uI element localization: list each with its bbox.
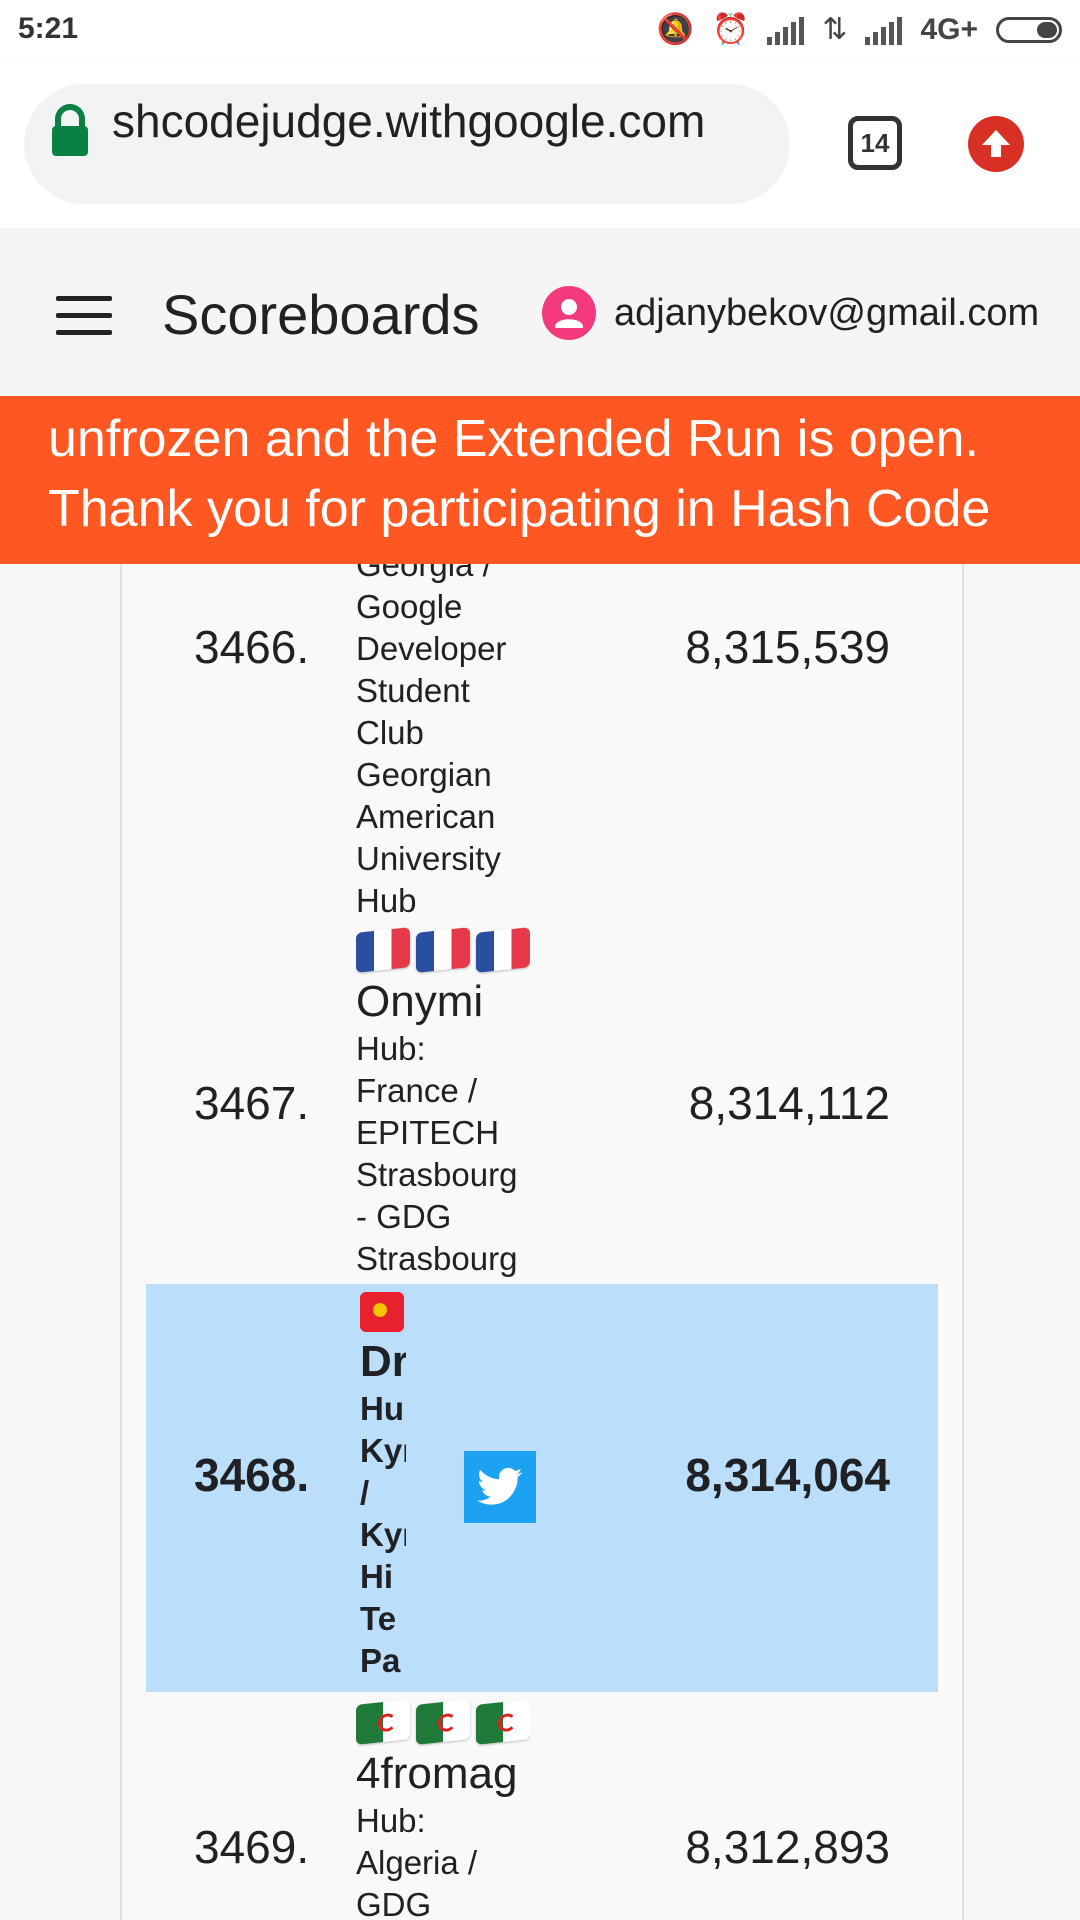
user-email[interactable]: adjanybekov@gmail.com bbox=[614, 292, 1039, 335]
hub-line: University bbox=[356, 840, 501, 877]
hub-line: - GDG bbox=[356, 1198, 452, 1235]
network-type: 4G+ bbox=[920, 13, 978, 46]
arrow-up-icon bbox=[982, 130, 1010, 157]
mute-icon: 🔕 bbox=[656, 13, 694, 46]
kyrgyzstan-flag-icon bbox=[360, 1292, 404, 1332]
app-header: Scoreboards adjanybekov@gmail.com bbox=[0, 228, 1080, 396]
hub-line: Hub: bbox=[356, 1030, 426, 1067]
hamburger-menu-icon[interactable] bbox=[56, 296, 112, 336]
hub-line: Hub bbox=[356, 882, 417, 919]
france-flag-icon bbox=[416, 927, 470, 973]
browser-toolbar: shcodejudge.withgoogle.com 14 bbox=[0, 60, 1080, 228]
hub-line: Hub: bbox=[356, 1802, 426, 1839]
team-info: 4fromag Hub: Algeria / GDG bbox=[356, 1696, 530, 1920]
hub-line: EPITECH bbox=[356, 1114, 500, 1151]
team-name: Onymi bbox=[356, 977, 484, 1026]
team-flags bbox=[356, 1696, 530, 1748]
announcement-banner: unfrozen and the Extended Run is open. T… bbox=[0, 396, 1080, 564]
algeria-flag-icon bbox=[416, 1699, 470, 1745]
data-arrows-icon: ⇅ bbox=[822, 13, 848, 46]
tab-switcher-button[interactable]: 14 bbox=[848, 116, 902, 170]
score: 8,314,112 bbox=[688, 1077, 890, 1129]
signal-icon bbox=[865, 15, 903, 45]
hub-line: Georgian bbox=[356, 756, 492, 793]
score: 8,314,064 bbox=[685, 1449, 890, 1501]
scoreboard-table: 3466. Georgia / Google Developer Student… bbox=[120, 564, 964, 1920]
hub-line: American bbox=[356, 798, 496, 835]
rank: 3467. bbox=[194, 1077, 310, 1129]
team-flags bbox=[360, 1288, 406, 1336]
hub-line: Student bbox=[356, 672, 470, 709]
signal-icon bbox=[767, 15, 805, 45]
hub-line: / bbox=[360, 1474, 370, 1511]
algeria-flag-icon bbox=[476, 1699, 530, 1745]
hub-line: Club bbox=[356, 714, 424, 751]
person-icon bbox=[555, 299, 583, 328]
hub-line: Kyı bbox=[360, 1432, 406, 1469]
rank: 3466. bbox=[194, 621, 310, 673]
hub-line: Strasbourg bbox=[356, 1156, 518, 1193]
url-text[interactable]: shcodejudge.withgoogle.com bbox=[112, 94, 705, 148]
hub-line: Kyı bbox=[360, 1516, 406, 1553]
rank: 3468. bbox=[194, 1449, 310, 1501]
hub-line: France / bbox=[356, 1072, 478, 1109]
hub-line: Strasbourg bbox=[356, 1240, 518, 1277]
france-flag-icon bbox=[356, 927, 410, 973]
hub-line: Hi bbox=[360, 1558, 393, 1595]
table-row: 3466. Georgia / Google Developer Student… bbox=[122, 564, 962, 920]
team-name: 4fromag bbox=[356, 1749, 518, 1798]
rank: 3469. bbox=[194, 1821, 310, 1873]
hub-line: Google bbox=[356, 588, 463, 625]
battery-icon bbox=[996, 17, 1062, 43]
team-info: Georgia / Google Developer Student Club … bbox=[356, 564, 530, 922]
hub-line: Pa bbox=[360, 1642, 401, 1679]
table-row: 3469. 4fromag Hub: Algeria / GDG 8,312,8… bbox=[122, 1692, 962, 1920]
avatar[interactable] bbox=[542, 286, 596, 340]
update-button[interactable] bbox=[968, 116, 1024, 172]
team-info: Dr Hu Kyı / Kyı Hi Te Pa bbox=[360, 1288, 406, 1682]
hub-line: Developer bbox=[356, 630, 507, 667]
alarm-icon: ⏰ bbox=[711, 13, 750, 46]
score: 8,315,539 bbox=[685, 621, 890, 673]
algeria-flag-icon bbox=[356, 1699, 410, 1745]
twitter-bird-icon bbox=[477, 1467, 523, 1505]
twitter-icon[interactable] bbox=[464, 1451, 536, 1523]
team-name: Dr bbox=[360, 1337, 406, 1386]
status-icons: 🔕 ⏰ ⇅ 4G+ bbox=[657, 10, 1062, 50]
france-flag-icon bbox=[476, 927, 530, 973]
team-flags bbox=[356, 924, 530, 976]
hub-line: Algeria / bbox=[356, 1844, 478, 1881]
table-row-highlighted: 3468. Dr Hu Kyı / Kyı Hi Te Pa 8,314,064 bbox=[146, 1284, 938, 1692]
score: 8,312,893 bbox=[685, 1821, 890, 1873]
status-time: 5:21 bbox=[18, 12, 79, 45]
hub-line: Hu bbox=[360, 1390, 404, 1427]
lock-icon bbox=[52, 104, 88, 156]
hub-line: Georgia / bbox=[356, 564, 492, 583]
table-row: 3467. Onymi Hub: France / EPITECH Strasb… bbox=[122, 920, 962, 1284]
status-bar: 5:21 🔕 ⏰ ⇅ 4G+ bbox=[0, 0, 1080, 60]
page-title: Scoreboards bbox=[162, 283, 480, 346]
team-info: Onymi Hub: France / EPITECH Strasbourg -… bbox=[356, 924, 530, 1280]
hub-line: Te bbox=[360, 1600, 397, 1637]
hub-line: GDG bbox=[356, 1886, 432, 1920]
banner-text: unfrozen and the Extended Run is open. T… bbox=[48, 410, 991, 538]
